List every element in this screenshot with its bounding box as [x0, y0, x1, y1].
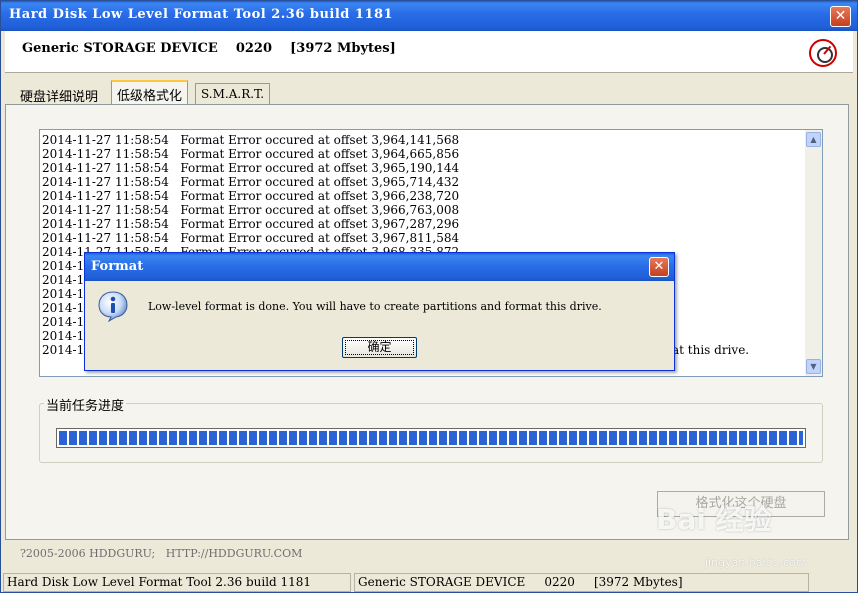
device-info: Generic STORAGE DEVICE 0220 [3972 Mbytes…: [22, 41, 396, 56]
log-line: 2014-11-27 11:58:54 Format Error occured…: [42, 189, 460, 203]
dialog-title-bar[interactable]: Format ✕: [85, 253, 674, 281]
hddguru-gauge-icon: [809, 39, 837, 67]
format-dialog: Format ✕ Low-level format is done. You w…: [84, 252, 675, 371]
info-icon: [98, 291, 128, 322]
dialog-message: Low-level format is done. You will have …: [148, 300, 602, 313]
tab-disk-details[interactable]: 硬盘详细说明: [15, 83, 103, 105]
log-line-tail: at this drive.: [672, 343, 750, 357]
dialog-ok-focus: [345, 340, 414, 355]
copyright-text: ?2005-2006 HDDGURU; HTTP://HDDGURU.COM: [20, 547, 303, 560]
status-pane-device: Generic STORAGE DEVICE 0220 [3972 Mbytes…: [354, 573, 809, 592]
scroll-up-icon[interactable]: ▲: [806, 132, 821, 147]
log-line: 2014-11-27 11:58:54 Format Error occured…: [42, 217, 460, 231]
progress-label: 当前任务进度: [44, 395, 127, 414]
progress-bar: [56, 428, 806, 448]
status-pane-app: Hard Disk Low Level Format Tool 2.36 bui…: [3, 573, 351, 592]
dialog-title: Format: [91, 259, 144, 274]
progress-fill: [59, 431, 803, 445]
dialog-close-button[interactable]: ✕: [649, 257, 669, 277]
log-line: 2014-11-27 11:58:54 Format Error occured…: [42, 175, 460, 189]
log-scrollbar[interactable]: ▲ ▼: [805, 130, 822, 376]
progress-group: 当前任务进度: [39, 395, 823, 463]
log-line: 2014-11-27 11:58:54 Format Error occured…: [42, 133, 460, 147]
tab-low-level-format[interactable]: 低级格式化: [111, 80, 189, 105]
status-bar: Hard Disk Low Level Format Tool 2.36 bui…: [1, 571, 857, 592]
dialog-ok-button[interactable]: 确定: [342, 337, 417, 358]
tab-smart[interactable]: S.M.A.R.T.: [195, 83, 271, 105]
baidu-watermark: Bai 经验: [656, 503, 772, 536]
scroll-down-icon[interactable]: ▼: [806, 359, 821, 374]
log-line: 2014-11-27 11:58:54 Format Error occured…: [42, 161, 460, 175]
window-title: Hard Disk Low Level Format Tool 2.36 bui…: [9, 7, 394, 22]
main-window: Hard Disk Low Level Format Tool 2.36 bui…: [0, 0, 858, 593]
window-close-button[interactable]: ✕: [830, 6, 851, 27]
title-bar[interactable]: Hard Disk Low Level Format Tool 2.36 bui…: [1, 1, 857, 31]
device-header: Generic STORAGE DEVICE 0220 [3972 Mbytes…: [5, 31, 853, 73]
log-line: 2014-11-27 11:58:54 Format Error occured…: [42, 231, 460, 245]
log-line: 2014-11-27 11:58:54 Format Error occured…: [42, 147, 460, 161]
log-line: 2014-11-27 11:58:54 Format Error occured…: [42, 203, 460, 217]
baidu-watermark-url: jingyan.baidu.com: [705, 556, 807, 569]
